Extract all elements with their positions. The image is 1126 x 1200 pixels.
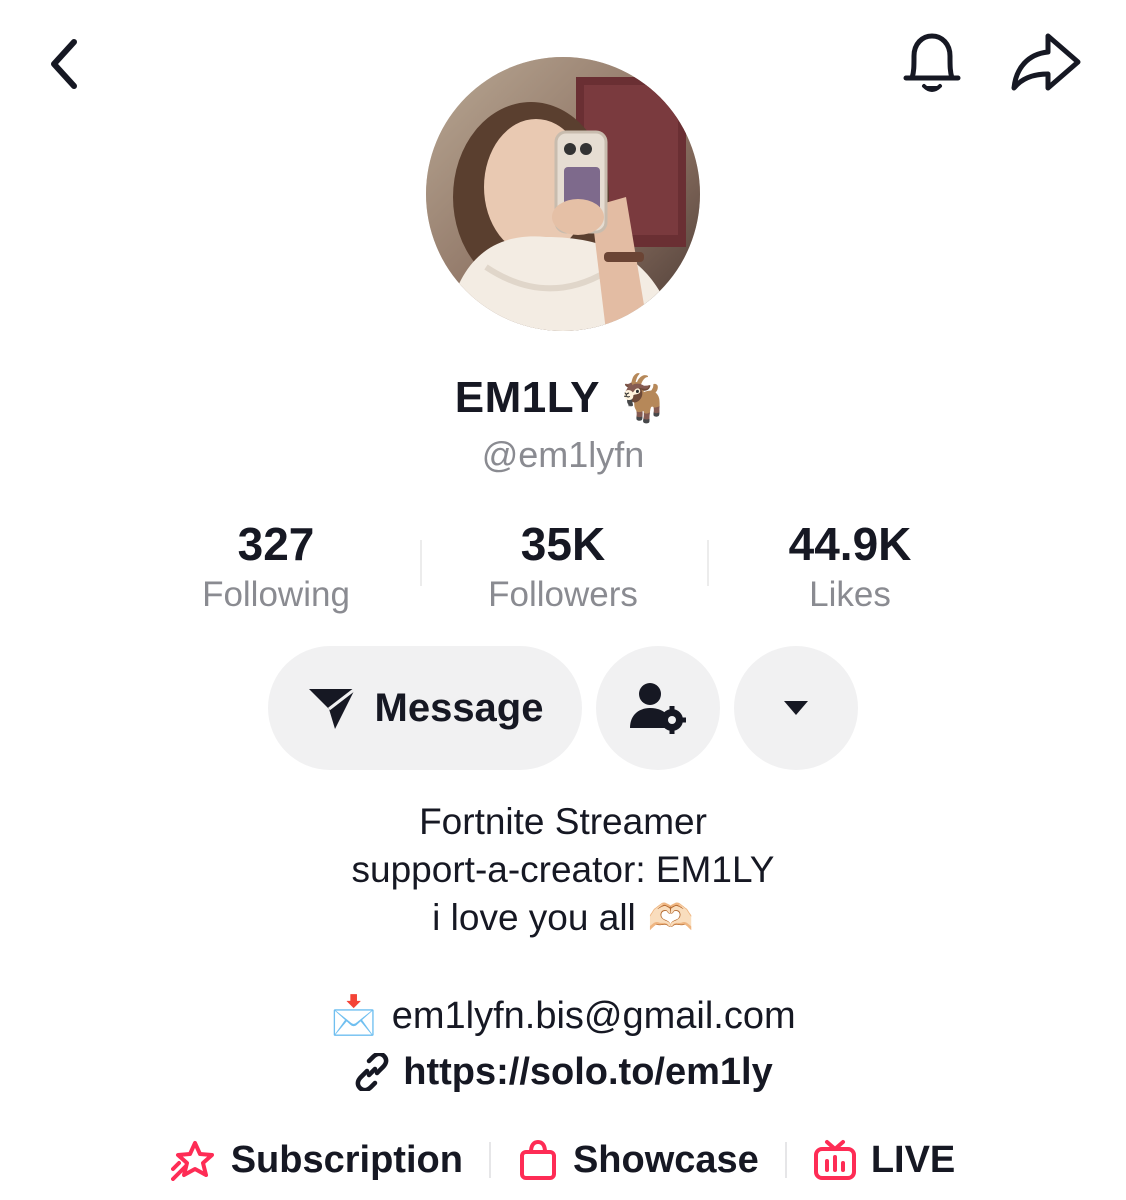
display-name-row: EM1LY 🐐 [0,366,1126,430]
tab-live[interactable]: LIVE [813,1139,955,1182]
envelope-arrow-emoji: 📩 [330,995,378,1037]
notification-bell-button[interactable] [895,22,969,102]
caret-down-icon [784,701,808,715]
shopping-bag-icon [519,1139,556,1180]
send-icon [308,687,356,729]
bio-line: support-a-creator: EM1LY [351,849,775,890]
tab-showcase-label: Showcase [572,1138,759,1181]
stat-likes[interactable]: 44.9K Likes [720,516,980,618]
stat-followers[interactable]: 35K Followers [433,516,693,618]
link-icon [355,1053,389,1091]
tab-showcase[interactable]: Showcase [517,1139,759,1182]
share-button[interactable] [1004,22,1088,102]
likes-count: 44.9K [788,518,912,570]
display-name: EM1LY [454,373,600,422]
link-text: https://solo.to/em1ly [403,1050,773,1093]
avatar[interactable] [426,57,700,331]
goat-emoji: 🐐 [613,372,672,424]
profile-link[interactable]: https://solo.to/em1ly [0,1046,1126,1098]
subscription-star-icon [170,1141,214,1181]
stat-divider [707,540,709,586]
bio-line: Fortnite Streamer [419,801,707,842]
more-dropdown-button[interactable] [734,646,858,770]
profile-feature-tabs: Subscription Showcase LIVE [0,1130,1126,1190]
stat-following[interactable]: 327 Following [146,516,406,618]
followers-count: 35K [520,518,606,570]
email-row: 📩 em1lyfn.bis@gmail.com [0,990,1126,1042]
likes-label: Likes [809,575,891,614]
following-label: Following [202,575,350,614]
following-count: 327 [237,518,315,570]
email-text: em1lyfn.bis@gmail.com [391,994,796,1037]
user-settings-icon [630,683,686,734]
message-label: Message [374,685,544,730]
tab-subscription[interactable]: Subscription [170,1138,463,1182]
chevron-left-icon [51,39,77,89]
avatar-photo [426,57,700,331]
username: @em1lyfn [481,434,645,475]
stat-divider [420,540,422,586]
live-tv-icon [813,1140,856,1180]
bell-icon [903,33,961,92]
followers-label: Followers [488,575,638,614]
tab-divider [784,1142,787,1178]
back-button[interactable] [30,30,98,98]
heart-hands-emoji: 🫶🏻 [647,897,694,938]
bio-line: i love you all 🫶🏻 [0,894,1126,942]
message-button[interactable]: Message [268,646,582,770]
tab-live-label: LIVE [870,1138,956,1181]
tab-subscription-label: Subscription [230,1138,463,1181]
follow-settings-button[interactable] [596,646,720,770]
share-arrow-icon [1011,33,1081,91]
tab-divider [488,1142,491,1178]
bio-line-text: i love you all [432,897,636,938]
